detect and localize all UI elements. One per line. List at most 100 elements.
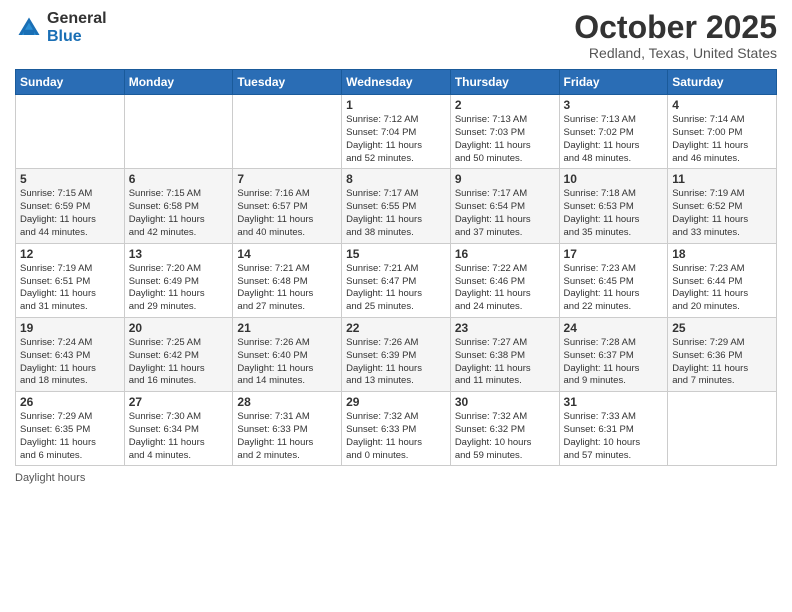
calendar-cell: 16 Sunrise: 7:22 AM Sunset: 6:46 PM Dayli… (450, 243, 559, 317)
day-number: 29 (346, 395, 446, 409)
day-number: 11 (672, 172, 772, 186)
day-info: Sunrise: 7:32 AM Sunset: 6:32 PM Dayligh… (455, 411, 555, 462)
day-info: Sunrise: 7:29 AM Sunset: 6:36 PM Dayligh… (672, 337, 772, 388)
logo: General Blue (15, 10, 107, 45)
day-info: Sunrise: 7:21 AM Sunset: 6:47 PM Dayligh… (346, 263, 446, 314)
calendar-cell: 25Sunrise: 7:29 AM Sunset: 6:36 PM Dayli… (668, 317, 777, 391)
calendar-header-thursday: Thursday (450, 70, 559, 95)
calendar-cell: 6 Sunrise: 7:15 AM Sunset: 6:58 PM Daylig… (124, 169, 233, 243)
calendar-cell: 30 Sunrise: 7:32 AM Sunset: 6:32 PM Dayli… (450, 392, 559, 466)
daylight-label: Daylight hours (15, 472, 85, 484)
calendar-cell: 8Sunrise: 7:17 AM Sunset: 6:55 PM Daylig… (342, 169, 451, 243)
day-info: Sunrise: 7:21 AM Sunset: 6:48 PM Dayligh… (237, 263, 337, 314)
day-info: Sunrise: 7:19 AM Sunset: 6:52 PM Dayligh… (672, 188, 772, 239)
day-number: 21 (237, 321, 337, 335)
day-info: Sunrise: 7:17 AM Sunset: 6:55 PM Dayligh… (346, 188, 446, 239)
day-number: 30 (455, 395, 555, 409)
day-number: 12 (20, 247, 120, 261)
day-number: 6 (129, 172, 229, 186)
logo-blue-text: Blue (47, 28, 107, 46)
calendar-cell: 10 Sunrise: 7:18 AM Sunset: 6:53 PM Dayli… (559, 169, 668, 243)
day-info: Sunrise: 7:33 AM Sunset: 6:31 PM Dayligh… (564, 411, 664, 462)
day-number: 5 (20, 172, 120, 186)
day-info: Sunrise: 7:13 AM Sunset: 7:02 PM Dayligh… (564, 114, 664, 165)
day-number: 27 (129, 395, 229, 409)
calendar-cell: 22Sunrise: 7:26 AM Sunset: 6:39 PM Dayli… (342, 317, 451, 391)
day-number: 1 (346, 98, 446, 112)
day-info: Sunrise: 7:23 AM Sunset: 6:45 PM Dayligh… (564, 263, 664, 314)
day-number: 19 (20, 321, 120, 335)
day-info: Sunrise: 7:19 AM Sunset: 6:51 PM Dayligh… (20, 263, 120, 314)
day-info: Sunrise: 7:15 AM Sunset: 6:58 PM Dayligh… (129, 188, 229, 239)
calendar-cell (233, 95, 342, 169)
day-number: 22 (346, 321, 446, 335)
day-number: 14 (237, 247, 337, 261)
day-info: Sunrise: 7:20 AM Sunset: 6:49 PM Dayligh… (129, 263, 229, 314)
header: General Blue October 2025 Redland, Texas… (15, 10, 777, 61)
calendar-cell: 31 Sunrise: 7:33 AM Sunset: 6:31 PM Dayli… (559, 392, 668, 466)
day-info: Sunrise: 7:12 AM Sunset: 7:04 PM Dayligh… (346, 114, 446, 165)
month-title: October 2025 (574, 10, 777, 45)
calendar-week-row: 19Sunrise: 7:24 AM Sunset: 6:43 PM Dayli… (16, 317, 777, 391)
day-number: 17 (564, 247, 664, 261)
day-info: Sunrise: 7:30 AM Sunset: 6:34 PM Dayligh… (129, 411, 229, 462)
calendar-cell (668, 392, 777, 466)
calendar-week-row: 12 Sunrise: 7:19 AM Sunset: 6:51 PM Dayli… (16, 243, 777, 317)
day-info: Sunrise: 7:22 AM Sunset: 6:46 PM Dayligh… (455, 263, 555, 314)
day-number: 13 (129, 247, 229, 261)
calendar-cell: 14 Sunrise: 7:21 AM Sunset: 6:48 PM Dayli… (233, 243, 342, 317)
logo-icon (15, 14, 43, 42)
logo-text: General Blue (47, 10, 107, 45)
calendar-table: SundayMondayTuesdayWednesdayThursdayFrid… (15, 69, 777, 466)
calendar-week-row: 1 Sunrise: 7:12 AM Sunset: 7:04 PM Daylig… (16, 95, 777, 169)
day-number: 9 (455, 172, 555, 186)
day-info: Sunrise: 7:26 AM Sunset: 6:40 PM Dayligh… (237, 337, 337, 388)
calendar-cell: 21 Sunrise: 7:26 AM Sunset: 6:40 PM Dayli… (233, 317, 342, 391)
day-number: 16 (455, 247, 555, 261)
day-number: 7 (237, 172, 337, 186)
calendar-week-row: 5 Sunrise: 7:15 AM Sunset: 6:59 PM Daylig… (16, 169, 777, 243)
footer: Daylight hours (15, 472, 777, 484)
day-number: 15 (346, 247, 446, 261)
title-block: October 2025 Redland, Texas, United Stat… (574, 10, 777, 61)
calendar-cell: 12 Sunrise: 7:19 AM Sunset: 6:51 PM Dayli… (16, 243, 125, 317)
calendar-week-row: 26 Sunrise: 7:29 AM Sunset: 6:35 PM Dayli… (16, 392, 777, 466)
calendar-cell: 2 Sunrise: 7:13 AM Sunset: 7:03 PM Daylig… (450, 95, 559, 169)
calendar-cell: 19Sunrise: 7:24 AM Sunset: 6:43 PM Dayli… (16, 317, 125, 391)
day-number: 3 (564, 98, 664, 112)
page: General Blue October 2025 Redland, Texas… (0, 0, 792, 612)
calendar-cell: 27 Sunrise: 7:30 AM Sunset: 6:34 PM Dayli… (124, 392, 233, 466)
calendar-header-row: SundayMondayTuesdayWednesdayThursdayFrid… (16, 70, 777, 95)
calendar-cell: 13 Sunrise: 7:20 AM Sunset: 6:49 PM Dayli… (124, 243, 233, 317)
day-info: Sunrise: 7:16 AM Sunset: 6:57 PM Dayligh… (237, 188, 337, 239)
day-info: Sunrise: 7:28 AM Sunset: 6:37 PM Dayligh… (564, 337, 664, 388)
day-info: Sunrise: 7:32 AM Sunset: 6:33 PM Dayligh… (346, 411, 446, 462)
day-number: 4 (672, 98, 772, 112)
day-info: Sunrise: 7:25 AM Sunset: 6:42 PM Dayligh… (129, 337, 229, 388)
calendar-header-saturday: Saturday (668, 70, 777, 95)
calendar-cell: 18 Sunrise: 7:23 AM Sunset: 6:44 PM Dayli… (668, 243, 777, 317)
day-number: 2 (455, 98, 555, 112)
day-number: 31 (564, 395, 664, 409)
day-number: 10 (564, 172, 664, 186)
location: Redland, Texas, United States (574, 45, 777, 61)
day-info: Sunrise: 7:29 AM Sunset: 6:35 PM Dayligh… (20, 411, 120, 462)
day-number: 18 (672, 247, 772, 261)
day-number: 23 (455, 321, 555, 335)
day-number: 26 (20, 395, 120, 409)
calendar-header-tuesday: Tuesday (233, 70, 342, 95)
day-info: Sunrise: 7:15 AM Sunset: 6:59 PM Dayligh… (20, 188, 120, 239)
day-info: Sunrise: 7:31 AM Sunset: 6:33 PM Dayligh… (237, 411, 337, 462)
calendar-cell (124, 95, 233, 169)
calendar-header-wednesday: Wednesday (342, 70, 451, 95)
calendar-cell: 20Sunrise: 7:25 AM Sunset: 6:42 PM Dayli… (124, 317, 233, 391)
day-info: Sunrise: 7:23 AM Sunset: 6:44 PM Dayligh… (672, 263, 772, 314)
calendar-cell: 28Sunrise: 7:31 AM Sunset: 6:33 PM Dayli… (233, 392, 342, 466)
calendar-cell: 4Sunrise: 7:14 AM Sunset: 7:00 PM Daylig… (668, 95, 777, 169)
day-info: Sunrise: 7:18 AM Sunset: 6:53 PM Dayligh… (564, 188, 664, 239)
day-info: Sunrise: 7:13 AM Sunset: 7:03 PM Dayligh… (455, 114, 555, 165)
calendar-cell (16, 95, 125, 169)
calendar-cell: 1 Sunrise: 7:12 AM Sunset: 7:04 PM Daylig… (342, 95, 451, 169)
calendar-cell: 29 Sunrise: 7:32 AM Sunset: 6:33 PM Dayli… (342, 392, 451, 466)
calendar-cell: 9Sunrise: 7:17 AM Sunset: 6:54 PM Daylig… (450, 169, 559, 243)
